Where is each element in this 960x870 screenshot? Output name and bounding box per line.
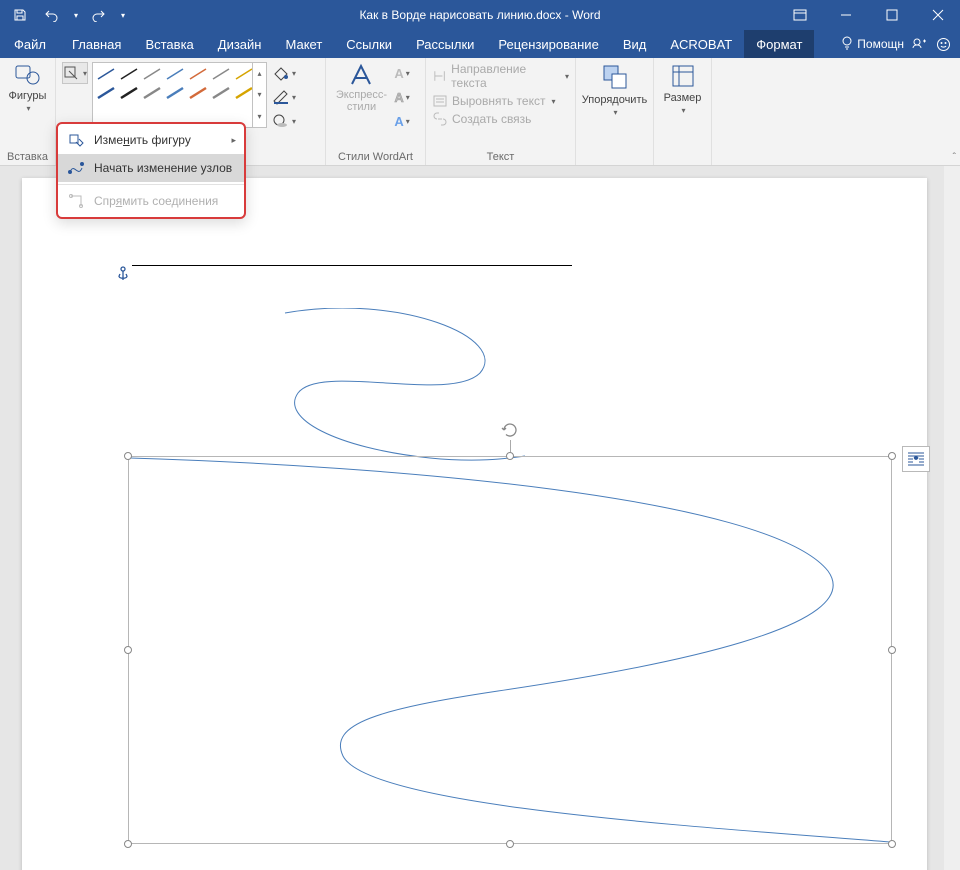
text-outline-button[interactable]: A▾ <box>389 86 415 108</box>
anchor-icon <box>116 266 130 287</box>
tab-acrobat[interactable]: ACROBAT <box>658 30 744 58</box>
group-text: Направление текста▾ Выровнять текст▾ Соз… <box>426 58 576 165</box>
ribbon-tabs: Файл Главная Вставка Дизайн Макет Ссылки… <box>0 30 960 58</box>
undo-icon[interactable] <box>38 1 66 29</box>
align-text-label: Выровнять текст <box>452 94 545 108</box>
edit-points-icon <box>66 158 86 178</box>
shape-outline-button[interactable]: ▾ <box>271 86 297 108</box>
close-icon[interactable] <box>916 0 960 30</box>
group-wordart-label: Стили WordArt <box>338 149 413 163</box>
group-arrange: Упорядочить ▾ <box>576 58 654 165</box>
gallery-scroll-up-icon[interactable]: ▴ <box>252 63 266 84</box>
menu-change-shape-label: Изменить фигуру <box>94 133 191 147</box>
menu-straighten-connectors: Спрямить соединения <box>58 187 244 215</box>
create-link-label: Создать связь <box>452 112 531 126</box>
title-bar: ▾ ▾ Как в Ворде нарисовать линию.docx - … <box>0 0 960 30</box>
shape-effects-button[interactable]: ▾ <box>271 110 297 132</box>
tab-view[interactable]: Вид <box>611 30 659 58</box>
redo-icon[interactable] <box>84 1 112 29</box>
ribbon: Фигуры ▾ Вставка ▾ <box>0 58 960 166</box>
gallery-scroll-down-icon[interactable]: ▾ <box>252 84 266 105</box>
share-icon[interactable] <box>910 35 928 53</box>
quick-styles-button[interactable]: Экспресс- стили <box>336 62 387 113</box>
freeform-curve-1[interactable] <box>280 308 540 468</box>
menu-edit-points-label: Начать изменение узлов <box>94 161 232 175</box>
resize-handle-n[interactable] <box>506 452 514 460</box>
group-text-label: Текст <box>487 149 515 163</box>
rotate-connector <box>510 440 511 452</box>
resize-handle-ne[interactable] <box>888 452 896 460</box>
tab-mailings[interactable]: Рассылки <box>404 30 486 58</box>
gallery-more-icon[interactable]: ▾ <box>252 106 266 127</box>
feedback-icon[interactable] <box>934 35 952 53</box>
resize-handle-se[interactable] <box>888 840 896 848</box>
shape-fill-button[interactable]: ▾ <box>271 62 297 84</box>
page[interactable] <box>22 178 927 870</box>
arrange-button[interactable]: Упорядочить ▾ <box>582 62 647 117</box>
text-effects-button[interactable]: A▾ <box>389 110 415 132</box>
shape-style-gallery[interactable]: ▴ ▾ ▾ <box>92 62 267 128</box>
save-icon[interactable] <box>6 1 34 29</box>
menu-separator <box>58 184 244 185</box>
layout-options-button[interactable] <box>902 446 930 472</box>
edit-shape-dropdown: Изменить фигуру ▸ Начать изменение узлов… <box>56 122 246 219</box>
menu-change-shape[interactable]: Изменить фигуру ▸ <box>58 126 244 154</box>
resize-handle-e[interactable] <box>888 646 896 654</box>
size-label: Размер <box>664 92 702 104</box>
group-insert: Фигуры ▾ Вставка <box>0 58 56 165</box>
text-direction-label: Направление текста <box>451 62 559 90</box>
minimize-icon[interactable] <box>824 0 868 30</box>
create-link-button[interactable]: Создать связь <box>432 112 569 126</box>
selected-shape[interactable] <box>128 456 892 844</box>
undo-dropdown-icon[interactable]: ▾ <box>70 1 80 29</box>
quick-styles-label: Экспресс- стили <box>336 90 387 113</box>
group-size: Размер ▾ <box>654 58 712 165</box>
group-insert-label: Вставка <box>7 149 48 163</box>
tab-home[interactable]: Главная <box>60 30 133 58</box>
text-fill-button[interactable]: A▾ <box>389 62 415 84</box>
straighten-icon <box>66 191 86 211</box>
tab-layout[interactable]: Макет <box>273 30 334 58</box>
text-direction-button[interactable]: Направление текста▾ <box>432 62 569 90</box>
lightbulb-icon <box>841 36 853 53</box>
resize-handle-sw[interactable] <box>124 840 132 848</box>
arrange-label: Упорядочить <box>582 94 647 106</box>
tab-references[interactable]: Ссылки <box>334 30 404 58</box>
size-button[interactable]: Размер ▾ <box>664 62 702 115</box>
submenu-arrow-icon: ▸ <box>231 135 236 146</box>
tab-format[interactable]: Формат <box>744 30 814 58</box>
horizontal-line-shape[interactable] <box>132 265 572 266</box>
resize-handle-s[interactable] <box>506 840 514 848</box>
change-shape-icon <box>66 130 86 150</box>
group-wordart: Экспресс- стили A▾ A▾ A▾ Стили WordArt <box>326 58 426 165</box>
tab-review[interactable]: Рецензирование <box>486 30 610 58</box>
document-title: Как в Ворде нарисовать линию.docx - Word <box>359 8 600 22</box>
customize-qat-icon[interactable]: ▾ <box>116 1 128 29</box>
menu-straighten-label: Спрямить соединения <box>94 194 218 208</box>
rotate-handle[interactable] <box>500 420 520 440</box>
collapse-ribbon-icon[interactable]: ˆ <box>953 152 956 163</box>
resize-handle-nw[interactable] <box>124 452 132 460</box>
menu-edit-points[interactable]: Начать изменение узлов <box>58 154 244 182</box>
tab-design[interactable]: Дизайн <box>206 30 274 58</box>
maximize-icon[interactable] <box>870 0 914 30</box>
document-area[interactable] <box>0 166 960 870</box>
tab-insert[interactable]: Вставка <box>133 30 205 58</box>
tell-me-label: Помощн <box>857 37 904 51</box>
shapes-button[interactable]: Фигуры ▾ <box>9 62 47 113</box>
tab-file[interactable]: Файл <box>0 30 60 58</box>
shapes-label: Фигуры <box>9 90 47 102</box>
vertical-scrollbar[interactable] <box>944 166 960 870</box>
tell-me[interactable]: Помощн <box>841 36 904 53</box>
ribbon-display-icon[interactable] <box>778 0 822 30</box>
align-text-button[interactable]: Выровнять текст▾ <box>432 94 569 108</box>
edit-shape-button[interactable]: ▾ <box>62 62 88 84</box>
resize-handle-w[interactable] <box>124 646 132 654</box>
freeform-curve-2[interactable] <box>128 456 892 844</box>
